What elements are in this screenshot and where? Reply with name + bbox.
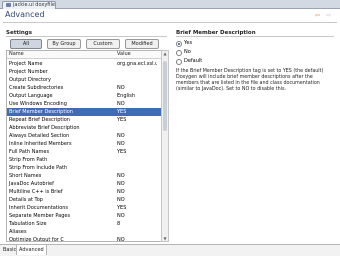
table-row[interactable]: JavaDoc Autobrief NO xyxy=(7,180,162,188)
setting-value[interactable]: NO xyxy=(117,140,125,148)
table-row[interactable]: Always Detailed Section NO xyxy=(7,132,162,140)
editor-tab[interactable]: jackie.ui doxyfile xyxy=(2,1,56,9)
setting-name: Project Number xyxy=(9,69,48,75)
table-row[interactable]: Multiline C++ is Brief NO xyxy=(7,188,162,196)
forward-arrow-icon[interactable]: ⇨ xyxy=(326,12,331,19)
settings-divider xyxy=(6,36,167,37)
back-arrow-icon[interactable]: ⇦ xyxy=(315,12,320,19)
table-row[interactable]: Strip From Include Path xyxy=(7,164,162,172)
editor-tab-label: jackie.ui doxyfile xyxy=(13,2,55,8)
setting-name: Multiline C++ is Brief xyxy=(9,189,63,195)
setting-value[interactable]: NO xyxy=(117,196,125,204)
column-header-name[interactable]: Name xyxy=(9,51,24,58)
setting-name: JavaDoc Autobrief xyxy=(9,181,54,187)
radio-no-label: No xyxy=(184,49,191,55)
scroll-down-icon[interactable]: ▼ xyxy=(162,236,168,241)
setting-value[interactable]: YES xyxy=(117,116,126,124)
setting-name: Strip From Include Path xyxy=(9,165,68,171)
setting-name: Abbreviate Brief Description xyxy=(9,125,80,131)
setting-name: Output Directory xyxy=(9,77,52,83)
setting-name: Short Names xyxy=(9,173,42,179)
table-row[interactable]: Aliases xyxy=(7,228,162,236)
table-row[interactable]: Use Windows Encoding NO xyxy=(7,100,162,108)
setting-name: Output Language xyxy=(9,93,53,99)
table-row[interactable]: Brief Member Description YES xyxy=(7,108,162,116)
setting-value[interactable]: NO xyxy=(117,100,125,108)
table-body: Project Name org.gna.ecl.xsl.ui Project Nu… xyxy=(7,60,162,242)
setting-name: Aliases xyxy=(9,229,27,235)
setting-description: If the Brief Member Description tag is s… xyxy=(176,69,324,92)
table-scrollbar[interactable]: ▲ ▼ xyxy=(161,50,169,242)
table-row[interactable]: Project Name org.gna.ecl.xsl.ui xyxy=(7,60,162,68)
setting-name: Repeat Brief Description xyxy=(9,117,70,123)
radio-yes-indicator[interactable] xyxy=(176,41,182,47)
setting-name: Full Path Names xyxy=(9,149,50,155)
setting-name: Create Subdirectories xyxy=(9,85,64,91)
filter-modified-button[interactable]: Modified xyxy=(125,39,159,49)
radio-yes-label: Yes xyxy=(184,40,193,46)
table-row[interactable]: Strip From Path xyxy=(7,156,162,164)
radio-default-indicator[interactable] xyxy=(176,59,182,65)
setting-value[interactable]: YES xyxy=(117,204,126,212)
detail-divider xyxy=(176,36,334,37)
setting-name: Optimize Output for C xyxy=(9,237,64,242)
setting-value[interactable]: YES xyxy=(117,148,126,156)
table-row[interactable]: Create Subdirectories NO xyxy=(7,84,162,92)
setting-name: Strip From Path xyxy=(9,157,48,163)
table-row[interactable]: Inline Inherited Members NO xyxy=(7,140,162,148)
table-row[interactable]: Abbreviate Brief Description xyxy=(7,124,162,132)
filter-all-button[interactable]: All xyxy=(10,39,42,49)
setting-value[interactable]: NO xyxy=(117,132,125,140)
tab-advanced[interactable]: Advanced xyxy=(16,245,47,255)
table-row[interactable]: Short Names NO xyxy=(7,172,162,180)
filter-by-group-button[interactable]: By Group xyxy=(47,39,81,49)
table-row[interactable]: Output Language English xyxy=(7,92,162,100)
scroll-up-icon[interactable]: ▲ xyxy=(162,51,168,56)
setting-value[interactable]: NO xyxy=(117,84,125,92)
page-title: Advanced xyxy=(5,10,45,19)
table-row[interactable]: Tabulation Size 8 xyxy=(7,220,162,228)
file-icon xyxy=(6,3,11,7)
setting-name: Brief Member Description xyxy=(9,109,73,115)
setting-value[interactable]: English xyxy=(117,92,135,100)
setting-value[interactable]: YES xyxy=(117,108,126,116)
column-header-value[interactable]: Value xyxy=(117,51,131,58)
table-row[interactable]: Project Number xyxy=(7,68,162,76)
setting-name: Use Windows Encoding xyxy=(9,101,67,107)
setting-value[interactable]: NO xyxy=(117,188,125,196)
radio-default-label: Default xyxy=(184,58,203,64)
setting-value[interactable]: org.gna.ecl.xsl.ui xyxy=(117,60,157,68)
setting-name: Always Detailed Section xyxy=(9,133,70,139)
setting-value[interactable]: NO xyxy=(117,212,125,220)
table-row[interactable]: Full Path Names YES xyxy=(7,148,162,156)
table-row[interactable]: Repeat Brief Description YES xyxy=(7,116,162,124)
filter-custom-button[interactable]: Custom xyxy=(86,39,120,49)
header-divider xyxy=(3,22,337,23)
table-row[interactable]: Output Directory xyxy=(7,76,162,84)
radio-no-indicator[interactable] xyxy=(176,50,182,56)
title-bar: jackie.ui doxyfile xyxy=(0,0,340,9)
table-row[interactable]: Inherit Documentations YES xyxy=(7,204,162,212)
setting-value[interactable]: NO xyxy=(117,236,125,241)
settings-table: Name Value Project Name org.gna.ecl.xsl.u… xyxy=(6,50,163,242)
setting-name: Inherit Documentations xyxy=(9,205,69,211)
setting-value[interactable]: 8 xyxy=(117,220,120,228)
setting-name: Project Name xyxy=(9,61,43,67)
setting-value[interactable]: NO xyxy=(117,172,125,180)
table-row[interactable]: Optimize Output for C NO xyxy=(7,236,162,242)
setting-name: Inline Inherited Members xyxy=(9,141,72,147)
setting-name: Details at Top xyxy=(9,197,43,203)
page-header: Advanced ⇦ ⇨ xyxy=(0,9,340,21)
table-header: Name Value xyxy=(7,51,162,59)
scroll-thumb[interactable] xyxy=(163,61,167,131)
setting-name: Tabulation Size xyxy=(9,221,47,227)
setting-value[interactable]: NO xyxy=(117,180,125,188)
setting-name: Separate Member Pages xyxy=(9,213,71,219)
table-row[interactable]: Separate Member Pages NO xyxy=(7,212,162,220)
table-row[interactable]: Details at Top NO xyxy=(7,196,162,204)
bottom-tab-bar: Basic Advanced xyxy=(0,244,340,256)
